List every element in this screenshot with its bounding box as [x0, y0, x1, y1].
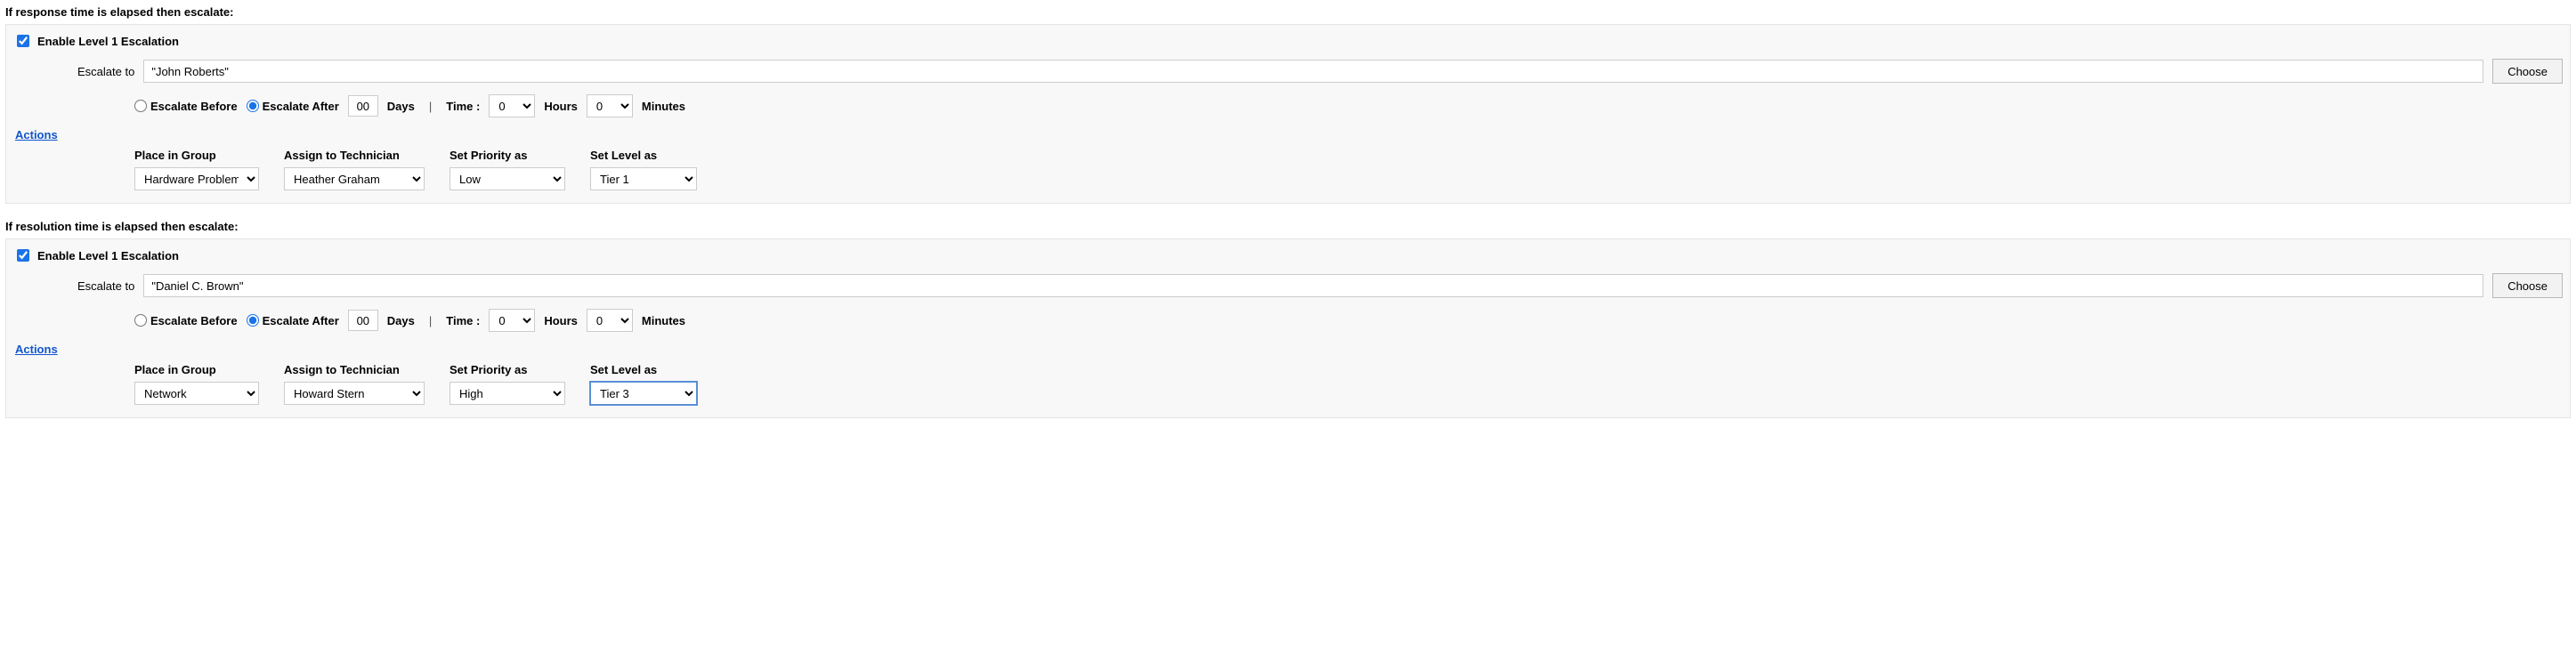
- set-level-label: Set Level as: [590, 149, 697, 162]
- resolution-escalate-after-radio[interactable]: [247, 314, 259, 327]
- separator: |: [424, 314, 437, 327]
- resolution-days-input[interactable]: [348, 310, 378, 331]
- hours-label: Hours: [544, 314, 578, 327]
- response-section-title: If response time is elapsed then escalat…: [5, 5, 2571, 19]
- response-choose-button[interactable]: Choose: [2492, 59, 2563, 84]
- escalate-to-label: Escalate to: [77, 65, 134, 78]
- response-days-input[interactable]: [348, 95, 378, 117]
- escalate-before-label: Escalate Before: [150, 314, 238, 327]
- resolution-actions-link[interactable]: Actions: [15, 343, 58, 356]
- resolution-escalate-to-input[interactable]: [143, 274, 2483, 297]
- hours-label: Hours: [544, 100, 578, 113]
- resolution-hours-select[interactable]: 0: [489, 309, 535, 332]
- response-escalate-before-radio[interactable]: [134, 100, 147, 112]
- response-panel: Enable Level 1 Escalation Escalate to Ch…: [5, 24, 2571, 204]
- time-label: Time :: [446, 314, 480, 327]
- resolution-panel: Enable Level 1 Escalation Escalate to Ch…: [5, 238, 2571, 418]
- assign-to-tech-label: Assign to Technician: [284, 363, 425, 376]
- response-actions-link[interactable]: Actions: [15, 128, 58, 141]
- response-priority-select[interactable]: Low: [450, 167, 565, 190]
- resolution-section-title: If resolution time is elapsed then escal…: [5, 220, 2571, 233]
- resolution-priority-select[interactable]: High: [450, 382, 565, 405]
- resolution-group-select[interactable]: Network: [134, 382, 259, 405]
- minutes-label: Minutes: [642, 100, 685, 113]
- response-hours-select[interactable]: 0: [489, 94, 535, 117]
- set-priority-label: Set Priority as: [450, 149, 565, 162]
- escalate-after-label: Escalate After: [263, 100, 339, 113]
- escalate-before-label: Escalate Before: [150, 100, 238, 113]
- response-group-select[interactable]: Hardware Problems: [134, 167, 259, 190]
- response-minutes-select[interactable]: 0: [587, 94, 633, 117]
- response-escalate-to-input[interactable]: [143, 60, 2483, 83]
- response-enable-checkbox[interactable]: [17, 35, 29, 47]
- set-level-label: Set Level as: [590, 363, 697, 376]
- separator: |: [424, 100, 437, 113]
- place-in-group-label: Place in Group: [134, 363, 259, 376]
- resolution-escalate-before-radio[interactable]: [134, 314, 147, 327]
- resolution-choose-button[interactable]: Choose: [2492, 273, 2563, 298]
- resolution-tech-select[interactable]: Howard Stern: [284, 382, 425, 405]
- response-enable-label: Enable Level 1 Escalation: [37, 35, 179, 48]
- resolution-level-select[interactable]: Tier 3: [590, 382, 697, 405]
- response-level-select[interactable]: Tier 1: [590, 167, 697, 190]
- resolution-enable-checkbox[interactable]: [17, 249, 29, 262]
- escalate-after-label: Escalate After: [263, 314, 339, 327]
- set-priority-label: Set Priority as: [450, 363, 565, 376]
- days-label: Days: [387, 314, 415, 327]
- escalate-to-label: Escalate to: [77, 279, 134, 293]
- response-tech-select[interactable]: Heather Graham: [284, 167, 425, 190]
- time-label: Time :: [446, 100, 480, 113]
- minutes-label: Minutes: [642, 314, 685, 327]
- response-escalate-after-radio[interactable]: [247, 100, 259, 112]
- resolution-minutes-select[interactable]: 0: [587, 309, 633, 332]
- place-in-group-label: Place in Group: [134, 149, 259, 162]
- resolution-enable-label: Enable Level 1 Escalation: [37, 249, 179, 262]
- assign-to-tech-label: Assign to Technician: [284, 149, 425, 162]
- days-label: Days: [387, 100, 415, 113]
